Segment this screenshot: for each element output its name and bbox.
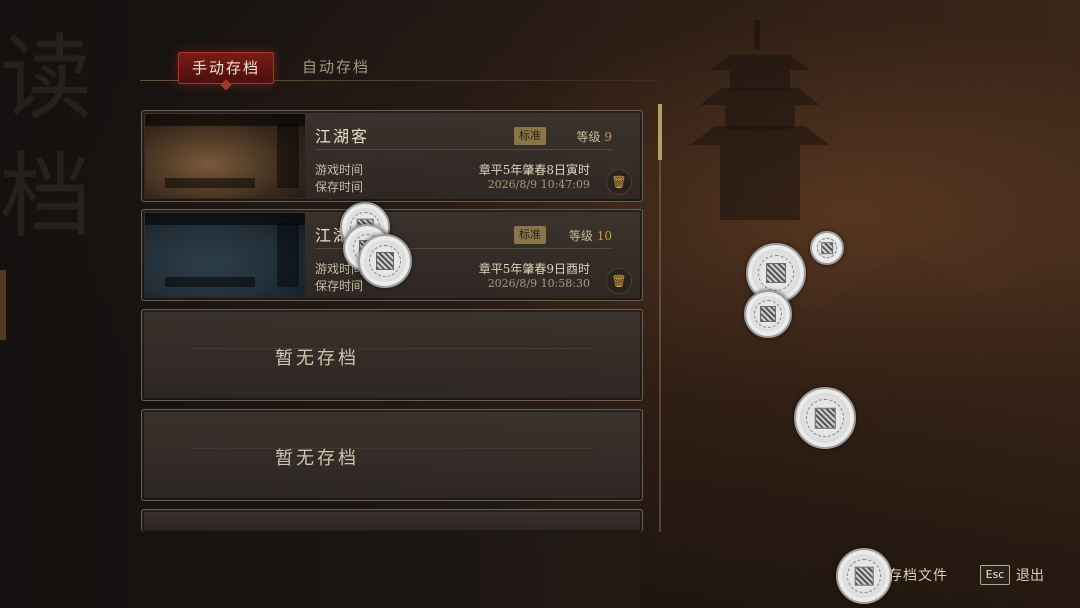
coin-hole [766,263,786,283]
scrollbar-thumb[interactable] [658,104,662,160]
game-date: 章平5年肇春8日寅时 [478,163,590,177]
play-time-label: 游戏时间 [315,163,364,177]
save-file-button[interactable]: 存档文件 [888,565,948,585]
level-label: 等级 [576,130,601,144]
thumbnail-bar [165,178,255,188]
empty-slot-label: 暂无存档 [275,448,359,469]
esc-key-hint: Esc [980,565,1010,585]
left-edge-accent [0,270,6,340]
game-date: 章平5年肇春9日酉时 [478,262,590,276]
thumbnail-panel [277,223,299,287]
slot-divider [315,149,612,150]
coin-hole [759,305,777,323]
watermark-char: 档 [0,143,93,250]
save-thumbnail [145,114,305,198]
copper-coin-icon [836,548,892,604]
copper-coin-icon [358,234,412,288]
thumbnail-panel [277,124,299,188]
difficulty-badge: 标准 [514,127,546,145]
level-display: 等级 10 [569,227,612,244]
watermark-char: 读 [0,25,93,132]
save-time-label: 保存时间 [315,180,364,194]
save-slot-5-partial[interactable] [141,509,643,532]
tab-manual-save[interactable]: 手动存档 [178,52,274,84]
difficulty-badge: 标准 [514,226,546,244]
level-label: 等级 [568,229,593,243]
save-date: 2026/8/9 10:47:09 [487,178,590,191]
tab-auto-save[interactable]: 自动存档 [290,52,382,82]
exit-button[interactable]: 退出 [1016,565,1044,585]
save-slot-3-empty[interactable]: 暂无存档 [141,309,643,401]
save-date: 2026/8/9 10:58:30 [487,277,590,290]
coin-hole [814,407,836,429]
background-watermark: 读 档 [0,20,120,256]
copper-coin-icon [810,231,844,265]
save-tabs: 手动存档 自动存档 [140,50,660,84]
copper-coin-icon [744,290,792,338]
level-display: 等级 9 [577,128,612,145]
trash-icon[interactable]: 🗑 [606,169,632,195]
save-slot-4-empty[interactable]: 暂无存档 [141,409,643,501]
thumbnail-bar [165,277,255,287]
copper-coin-icon [794,387,856,449]
coin-hole [821,242,833,254]
save-name: 江湖客 [315,127,370,146]
empty-slot-label: 暂无存档 [275,348,359,369]
trash-icon[interactable]: 🗑 [606,268,632,294]
coin-hole [854,566,874,586]
level-value: 10 [596,229,612,243]
coin-hole [376,252,394,270]
level-value: 9 [604,130,612,144]
save-time-label: 保存时间 [315,279,364,293]
save-slot-1[interactable]: 江湖客 标准 等级 9 游戏时间 保存时间 章平5年肇春8日寅时 2026/8/… [141,110,643,202]
save-thumbnail [145,213,305,297]
pagoda-silhouette [690,20,830,220]
scrollbar-track[interactable] [659,104,661,532]
